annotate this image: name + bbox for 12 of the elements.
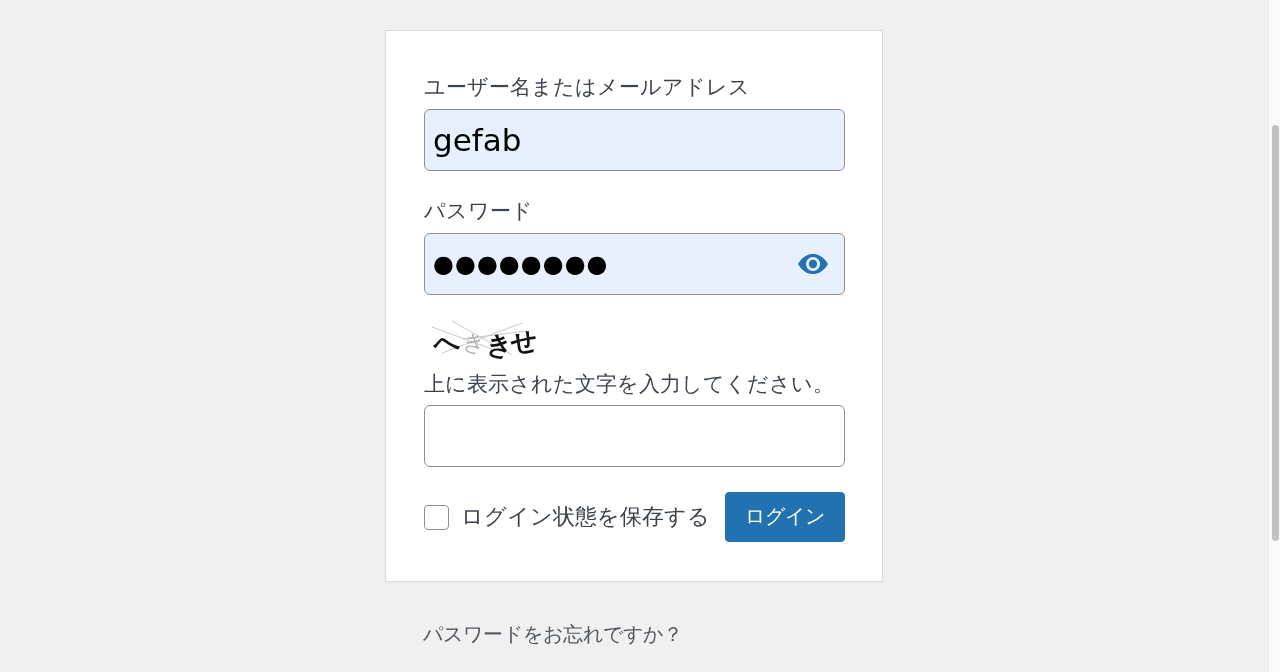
login-button[interactable]: ログイン (725, 492, 845, 542)
username-field[interactable]: gefab (424, 109, 845, 171)
field-label: パスワード (424, 198, 534, 225)
remember-checkbox[interactable] (424, 504, 449, 530)
field-label: 上に表示された文字を入力してください。 (424, 371, 835, 398)
captcha-answer-field[interactable] (424, 405, 845, 467)
field-label: ユーザー名またはメールアドレス (424, 74, 751, 101)
lost-password-link[interactable]: パスワードをお忘れですか？ (423, 620, 683, 650)
scrollbar-thumb[interactable] (1272, 125, 1279, 541)
eye-icon (798, 254, 828, 274)
remember-label: ログイン状態を保存する (461, 502, 710, 531)
password-field[interactable]: ●●●●●●●● (424, 233, 845, 295)
